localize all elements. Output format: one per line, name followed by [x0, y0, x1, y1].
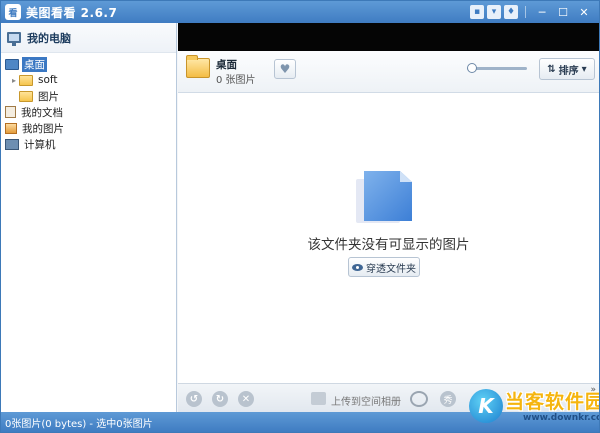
close-icon[interactable]: ✕	[575, 4, 593, 20]
delete-icon[interactable]: ✕	[238, 391, 254, 407]
folder-icon	[186, 55, 210, 78]
menu-icon[interactable]: ▾	[487, 5, 501, 19]
skin-icon[interactable]: ♦	[504, 5, 518, 19]
sort-icon: ⇅	[547, 63, 556, 75]
sidebar-item-label: 我的文档	[21, 106, 63, 119]
browse-subfolders-button[interactable]: 穿透文件夹	[348, 257, 420, 277]
rotate-right-icon[interactable]: ↻	[212, 391, 228, 407]
upload-to-album-button[interactable]: 上传到空间相册	[331, 393, 401, 408]
rotate-left-icon[interactable]: ↺	[186, 391, 202, 407]
sidebar-item-soft[interactable]: ▸ soft	[1, 72, 176, 88]
folder-tree: 桌面 ▸ soft 图片 我的文档 我的图片 计算机	[1, 53, 176, 152]
sidebar-item-label: 图片	[38, 90, 59, 103]
preview-strip	[178, 23, 599, 51]
sort-button[interactable]: ⇅ 排序 ▾	[539, 58, 595, 80]
pictures-icon	[5, 122, 17, 134]
watermark: K 当客软件园 www.downkr.com	[469, 385, 599, 431]
sidebar-item-label: 计算机	[24, 138, 56, 151]
watermark-brand: 当客软件园	[505, 391, 600, 413]
sidebar-item-label: 我的图片	[22, 122, 64, 135]
eye-icon	[352, 263, 363, 271]
sidebar-header-label: 我的电脑	[27, 31, 71, 45]
app-window: 看 美图看看 2.6.7 ▪ ▾ ♦ ─ ☐ ✕ 我的电脑 桌面 ▸ soft	[0, 0, 600, 433]
sidebar-header[interactable]: 我的电脑	[1, 23, 176, 53]
heart-icon: ♥	[279, 62, 291, 76]
empty-folder-message: 该文件夹没有可显示的图片	[307, 237, 470, 253]
status-text: 0张图片(0 bytes) - 选中0张图片	[5, 418, 153, 430]
watermark-logo-icon: K	[469, 389, 503, 423]
title-controls: ▪ ▾ ♦ ─ ☐ ✕	[470, 4, 593, 20]
my-computer-icon	[7, 32, 21, 46]
desktop-icon	[5, 58, 19, 70]
zoom-slider-handle[interactable]	[467, 63, 477, 73]
sidebar-item-computer[interactable]: 计算机	[1, 136, 176, 152]
chevron-down-icon: ▾	[581, 63, 587, 75]
upload-icon[interactable]	[311, 392, 326, 405]
share-icon[interactable]: 秀	[440, 391, 456, 407]
chat-icon[interactable]: ▪	[470, 5, 484, 19]
folder-icon	[19, 74, 33, 86]
sidebar-item-my-documents[interactable]: 我的文档	[1, 104, 176, 120]
browse-subfolders-label: 穿透文件夹	[366, 263, 416, 275]
app-logo-icon: 看	[5, 4, 21, 20]
empty-folder-image-icon	[356, 171, 412, 225]
title-bar[interactable]: 看 美图看看 2.6.7 ▪ ▾ ♦ ─ ☐ ✕	[1, 1, 599, 23]
thumbnail-area[interactable]: 该文件夹没有可显示的图片 穿透文件夹	[178, 93, 599, 383]
title-separator	[525, 6, 526, 18]
sort-label: 排序	[558, 65, 579, 77]
folder-toolbar: 桌面 0 张图片 ♥ ⇅ 排序 ▾	[178, 51, 599, 93]
sidebar-item-my-pictures[interactable]: 我的图片	[1, 120, 176, 136]
minimize-icon[interactable]: ─	[533, 4, 551, 20]
sidebar: 我的电脑 桌面 ▸ soft 图片 我的文档 我的图片 计算机	[1, 23, 177, 412]
zoom-slider[interactable]	[467, 63, 527, 73]
current-folder-count: 0 张图片	[216, 75, 256, 86]
computer-icon	[5, 138, 19, 150]
favorite-button[interactable]: ♥	[274, 59, 296, 79]
sidebar-item-pictures-folder[interactable]: 图片	[1, 88, 176, 104]
current-folder-name: 桌面	[216, 59, 237, 71]
documents-icon	[5, 106, 16, 118]
expand-arrow-icon[interactable]: ▸	[9, 76, 19, 85]
weibo-icon[interactable]	[410, 391, 428, 407]
watermark-url: www.downkr.com	[523, 413, 599, 423]
sidebar-item-label: soft	[38, 74, 58, 86]
sidebar-item-label: 桌面	[22, 56, 47, 72]
maximize-icon[interactable]: ☐	[554, 4, 572, 20]
app-title: 美图看看 2.6.7	[26, 5, 118, 20]
sidebar-item-desktop[interactable]: 桌面	[1, 56, 176, 72]
folder-icon	[19, 90, 33, 102]
